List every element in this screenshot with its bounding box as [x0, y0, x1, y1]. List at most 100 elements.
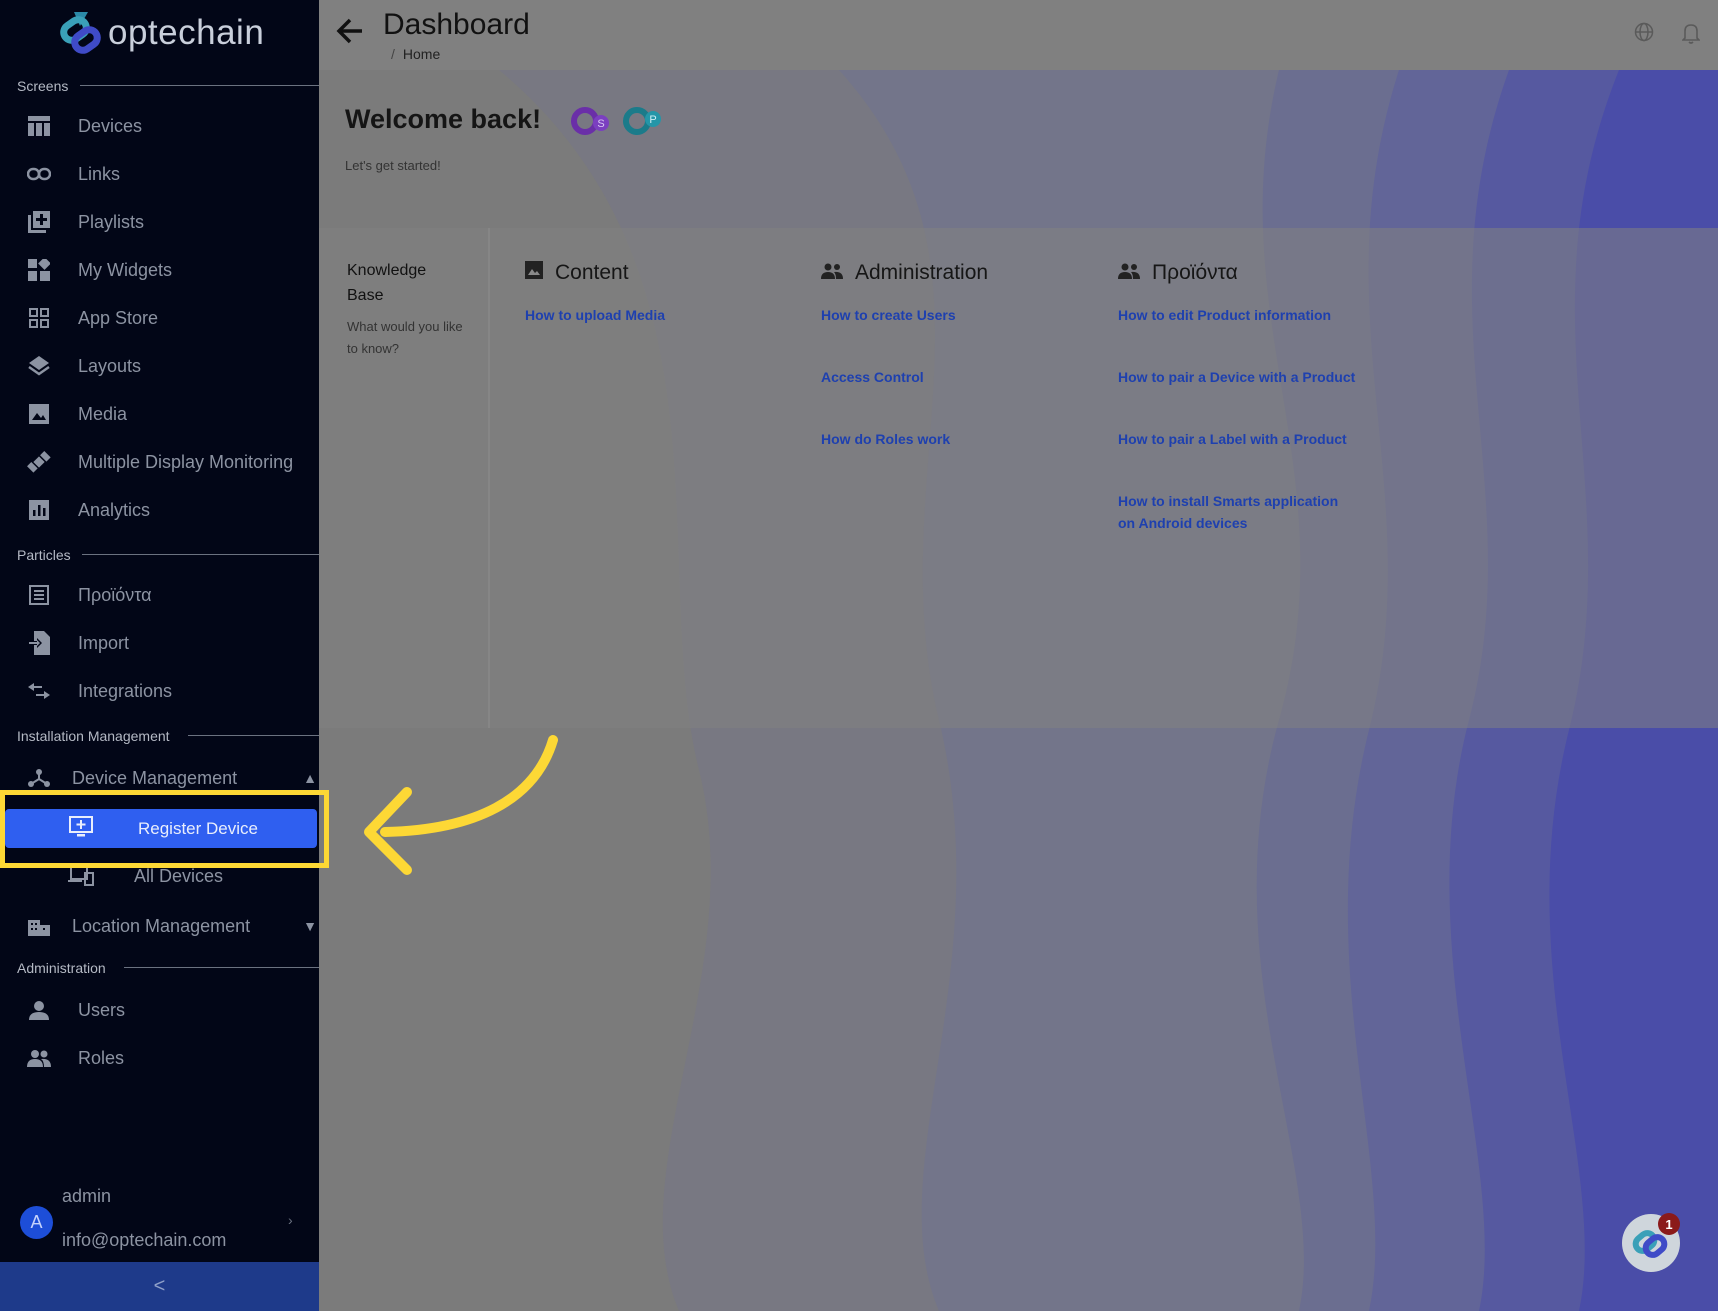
sidebar-item-links[interactable]: Links: [26, 154, 120, 194]
group-icon: [1118, 261, 1140, 285]
sidebar-item-roles[interactable]: Roles: [26, 1038, 124, 1078]
chevron-down-icon: ▼: [303, 918, 317, 934]
bell-icon[interactable]: [1681, 22, 1701, 49]
sidebar-item-label: Προϊόντα: [78, 584, 152, 605]
kb-link[interactable]: How do Roles work: [821, 428, 1061, 450]
sidebar: optechain Screens Devices Links Playlist…: [0, 0, 319, 1311]
sidebar-item-label: Roles: [78, 1047, 125, 1068]
sidebar-item-analytics[interactable]: Analytics: [26, 490, 150, 530]
sidebar-item-devices[interactable]: Devices: [26, 106, 142, 146]
top-icons: [1634, 22, 1701, 49]
badge-label: S: [597, 118, 604, 130]
sidebar-item-playlists[interactable]: Playlists: [26, 202, 144, 242]
sidebar-item-location-management[interactable]: Location Management ▼: [26, 906, 317, 946]
welcome-heading: Welcome back!: [345, 104, 542, 134]
chevron-right-icon: ›: [288, 1212, 293, 1228]
sidebar-item-label: Playlists: [78, 211, 145, 232]
kb-column-administration: Administration How to create Users Acces…: [821, 258, 1061, 490]
sidebar-item-products[interactable]: Προϊόντα: [26, 575, 152, 615]
badge-label: P: [649, 114, 656, 126]
column-header: Προϊόντα: [1118, 258, 1358, 288]
sidebar-item-app-store[interactable]: App Store: [26, 298, 158, 338]
person-icon: [26, 997, 52, 1023]
kb-link[interactable]: How to install Smarts application on And…: [1118, 490, 1358, 534]
image-icon: [525, 261, 543, 285]
user-email: info@optechain.com: [62, 1230, 227, 1250]
kb-link[interactable]: How to pair a Label with a Product: [1118, 428, 1358, 450]
image-icon: [26, 401, 52, 427]
sidebar-item-label: Users: [78, 999, 126, 1020]
notification-count-badge: 1: [1658, 1213, 1680, 1235]
user-name: admin: [62, 1186, 112, 1206]
kb-link[interactable]: How to edit Product information: [1118, 304, 1358, 326]
group-icon: [821, 261, 843, 285]
sidebar-item-label: All Devices: [134, 865, 224, 886]
sidebar-item-my-widgets[interactable]: My Widgets: [26, 250, 172, 290]
sidebar-item-integrations[interactable]: Integrations: [26, 671, 172, 711]
section-installation-management: Installation Management: [17, 728, 170, 744]
sidebar-item-label: My Widgets: [78, 259, 173, 280]
breadcrumb-home[interactable]: Home: [403, 46, 440, 62]
sidebar-item-label: Layouts: [78, 355, 142, 376]
logo-text: optechain: [108, 13, 265, 52]
section-particles: Particles: [17, 547, 71, 563]
knowledge-base-card: Knowledge Base What would you like to kn…: [319, 228, 1718, 728]
sidebar-item-users[interactable]: Users: [26, 990, 125, 1030]
kb-title: Knowledge Base: [347, 262, 427, 304]
sidebar-item-multiple-display-monitoring[interactable]: Multiple Display Monitoring: [26, 442, 293, 482]
back-arrow-icon[interactable]: [335, 16, 365, 51]
kb-link[interactable]: How to create Users: [821, 304, 1061, 326]
section-divider: [82, 554, 319, 555]
top-bar: Dashboard / Home: [319, 0, 1718, 70]
kb-column-products: Προϊόντα How to edit Product information…: [1118, 258, 1358, 574]
kb-link[interactable]: How to pair a Device with a Product: [1118, 366, 1358, 388]
logo[interactable]: optechain: [60, 8, 264, 58]
breadcrumb: / Home: [391, 46, 440, 62]
kb-link[interactable]: Access Control: [821, 366, 1061, 388]
swap-arrows-icon: [26, 678, 52, 704]
group-icon: [26, 1045, 52, 1071]
column-title: Προϊόντα: [1152, 261, 1238, 284]
bar-chart-icon: [26, 497, 52, 523]
product-badges: S P: [571, 107, 665, 140]
hub-icon: [26, 765, 52, 791]
sidebar-item-label: Links: [78, 163, 121, 184]
breadcrumb-separator: /: [391, 46, 395, 62]
column-title: Administration: [855, 261, 989, 284]
library-add-icon: [26, 209, 52, 235]
sidebar-item-media[interactable]: Media: [26, 394, 127, 434]
sidebar-item-import[interactable]: Import: [26, 623, 129, 663]
column-title: Content: [555, 261, 629, 284]
collapse-sidebar-button[interactable]: <: [0, 1262, 319, 1311]
smarts-badge-icon[interactable]: S: [571, 107, 613, 140]
link-icon: [26, 161, 52, 187]
sidebar-item-label: Analytics: [78, 499, 151, 520]
file-import-icon: [26, 630, 52, 656]
kb-column-content: Content How to upload Media: [525, 258, 765, 366]
kb-subtitle: What would you like to know?: [347, 319, 463, 356]
kb-divider: [488, 228, 490, 728]
sidebar-item-label: Integrations: [78, 680, 173, 701]
chevron-up-icon: ▲: [303, 770, 317, 786]
building-icon: [26, 913, 52, 939]
sidebar-item-label: Devices: [78, 115, 143, 136]
widgets-icon: [26, 257, 52, 283]
sidebar-item-layouts[interactable]: Layouts: [26, 346, 141, 386]
layers-icon: [26, 353, 52, 379]
apps-grid-icon: [26, 305, 52, 331]
particles-badge-icon[interactable]: P: [623, 107, 665, 140]
satellite-icon: [26, 449, 52, 475]
globe-icon[interactable]: [1634, 22, 1654, 49]
sidebar-item-label: Device Management: [72, 767, 238, 788]
section-screens: Screens: [17, 78, 69, 94]
list-alt-icon: [26, 582, 52, 608]
sidebar-item-label: Media: [78, 403, 128, 424]
sidebar-item-label: Import: [78, 632, 130, 653]
kb-link[interactable]: How to upload Media: [525, 304, 765, 326]
avatar: A: [20, 1206, 53, 1239]
welcome-subtitle: Let's get started!: [345, 158, 441, 173]
sidebar-item-label: App Store: [78, 307, 159, 328]
column-header: Administration: [821, 258, 1061, 288]
section-administration: Administration: [17, 960, 106, 976]
table-icon: [26, 113, 52, 139]
